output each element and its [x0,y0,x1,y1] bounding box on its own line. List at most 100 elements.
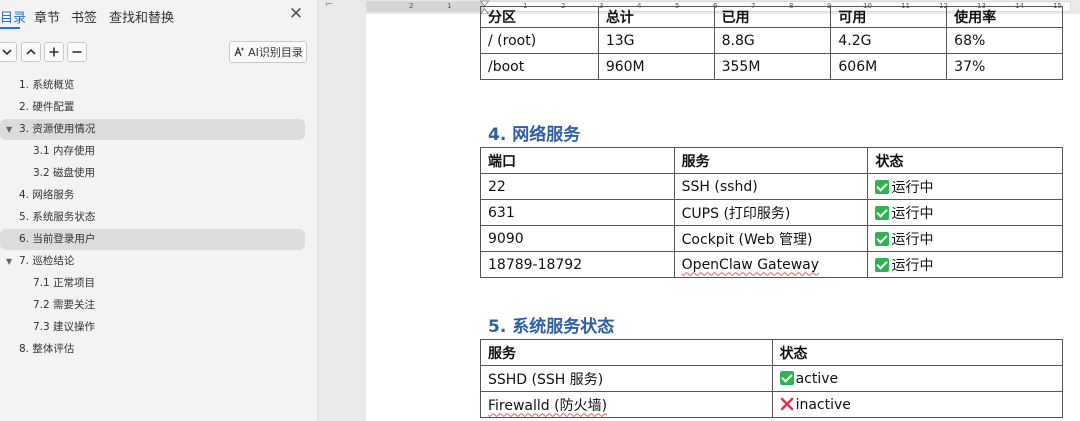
table-cell: 68% [946,27,1063,54]
outline-item-label: 7. 巡检结论 [19,255,75,267]
table-row: / (root) 13G 8.8G 4.2G 68% [480,27,1063,54]
outline-item-label: 7.1 正常项目 [33,277,96,289]
outline-toolbar: AI识别目录 [0,40,318,66]
table-header: 分区 [480,6,599,28]
outline-item-3-1[interactable]: 3.1 内存使用 [0,141,305,162]
table-cell: 18789-18792 [480,251,675,278]
table-cell: 8.8G [713,27,832,54]
outline-item-8[interactable]: 8. 整体评估 [0,339,305,360]
outline-item-7-3[interactable]: 7.3 建议操作 [0,317,305,338]
table-header: 端口 [480,147,675,174]
table-cell: 13G [597,27,715,54]
chevron-down-icon [2,49,12,56]
add-heading-button[interactable] [44,42,64,62]
spellcheck-text: OpenClaw Gateway [681,256,820,273]
system-services-table: 服务 状态 SSHD (SSH 服务) active Firewalld (防火… [480,339,1064,418]
outline-item-label: 8. 整体评估 [19,343,75,355]
status-text: inactive [795,396,851,413]
ai-toc-button[interactable]: AI识别目录 [229,41,307,63]
status-text: 运行中 [891,179,934,196]
check-icon [779,370,794,385]
table-row: 631 CUPS (打印服务) 运行中 [480,199,1063,226]
tab-toc[interactable]: 目录 [0,7,26,26]
outline-item-5[interactable]: 5. 系统服务状态 [0,207,305,228]
table-row: 18789-18792 OpenClaw Gateway 运行中 [480,251,1063,278]
nav-tabs: 目录 章节 书签 查找和替换 ✕ [0,0,318,32]
outline-item-2[interactable]: 2. 硬件配置 [0,97,305,118]
table-row: 9090 Cockpit (Web 管理) 运行中 [480,225,1063,252]
disk-usage-table: 分区 总计 已用 可用 使用率 / (root) 13G 8.8G 4.2G 6… [480,6,1063,80]
collapse-all-button[interactable] [21,42,41,62]
status-cell: 运行中 [867,173,1063,200]
table-row: 22 SSH (sshd) 运行中 [480,173,1063,200]
table-cell: /boot [480,53,599,80]
caret-down-icon[interactable]: ▼ [6,119,12,140]
table-cell: CUPS (打印服务) [673,199,869,226]
table-cell: 4.2G [830,27,948,54]
tab-find-replace[interactable]: 查找和替换 [109,7,174,26]
outline-item-3-2[interactable]: 3.2 磁盘使用 [0,163,305,184]
outline-item-label: 7.2 需要关注 [33,299,96,311]
table-cell: 606M [830,53,948,80]
outline-item-label: 2. 硬件配置 [19,101,75,113]
table-header: 状态 [771,339,1064,366]
table-row: /boot 960M 355M 606M 37% [480,53,1063,80]
outline-item-label: 3.1 内存使用 [33,145,96,157]
outline-item-label: 5. 系统服务状态 [19,211,96,223]
tab-active-indicator [0,27,20,29]
ai-toc-label: AI识别目录 [248,46,303,59]
status-cell: active [771,365,1064,392]
table-row: SSHD (SSH 服务) active [480,365,1064,392]
caret-down-icon[interactable]: ▼ [6,251,12,272]
expand-all-button[interactable] [0,42,17,62]
table-header: 服务 [480,339,773,366]
check-icon [875,179,890,194]
table-header-row: 分区 总计 已用 可用 使用率 [480,6,1063,28]
outline-item-7[interactable]: ▼ 7. 巡检结论 [0,251,305,272]
outline-item-label: 3.2 磁盘使用 [33,167,96,179]
status-cell: inactive [771,391,1064,418]
document-page[interactable]: 分区 总计 已用 可用 使用率 / (root) 13G 8.8G 4.2G 6… [366,6,1080,421]
close-icon: ✕ [288,4,304,24]
remove-heading-button[interactable] [67,42,87,62]
outline-item-6[interactable]: 6. 当前登录用户 [0,229,305,250]
network-services-table: 端口 服务 状态 22 SSH (sshd) 运行中 631 CUPS (打印服… [480,147,1063,278]
outline-item-3[interactable]: ▼ 3. 资源使用情况 [0,119,305,140]
outline-item-label: 7.3 建议操作 [33,321,96,333]
table-header: 服务 [673,147,869,174]
plus-icon [49,47,59,57]
ruler-left-margin [367,2,485,11]
table-cell: SSHD (SSH 服务) [480,365,773,392]
table-header: 使用率 [946,6,1063,28]
table-header: 状态 [867,147,1063,174]
check-icon [875,257,890,272]
ai-sparkle-icon [234,46,245,57]
table-cell: Firewalld (防火墙) [480,391,773,418]
navigation-pane: 目录 章节 书签 查找和替换 ✕ AI识别目录 1. 系统概览 2. 硬件配置 … [0,0,318,421]
close-pane-button[interactable]: ✕ [287,5,305,23]
outline-item-4[interactable]: 4. 网络服务 [0,185,305,206]
tab-bookmarks[interactable]: 书签 [71,7,97,26]
status-text: 运行中 [891,231,934,248]
section-heading-network-services: 4. 网络服务 [488,125,581,145]
outline-item-label: 1. 系统概览 [19,79,75,91]
outline-item-label: 4. 网络服务 [19,189,75,201]
table-cell: 22 [480,173,675,200]
table-cell: SSH (sshd) [673,173,869,200]
table-cell: 9090 [480,225,675,252]
status-cell: 运行中 [867,251,1063,278]
outline-item-1[interactable]: 1. 系统概览 [0,75,305,96]
outline-item-label: 3. 资源使用情况 [19,123,96,135]
table-header: 可用 [830,6,948,28]
cross-icon [780,397,793,410]
tab-chapters[interactable]: 章节 [34,7,60,26]
status-text: active [795,370,839,387]
table-cell: OpenClaw Gateway [673,251,869,278]
outline-item-7-1[interactable]: 7.1 正常项目 [0,273,305,294]
outline-item-7-2[interactable]: 7.2 需要关注 [0,295,305,316]
status-cell: 运行中 [867,225,1063,252]
section-heading-system-services: 5. 系统服务状态 [488,317,615,337]
table-cell: 355M [713,53,832,80]
status-text: 运行中 [891,205,934,222]
table-cell: 37% [946,53,1063,80]
